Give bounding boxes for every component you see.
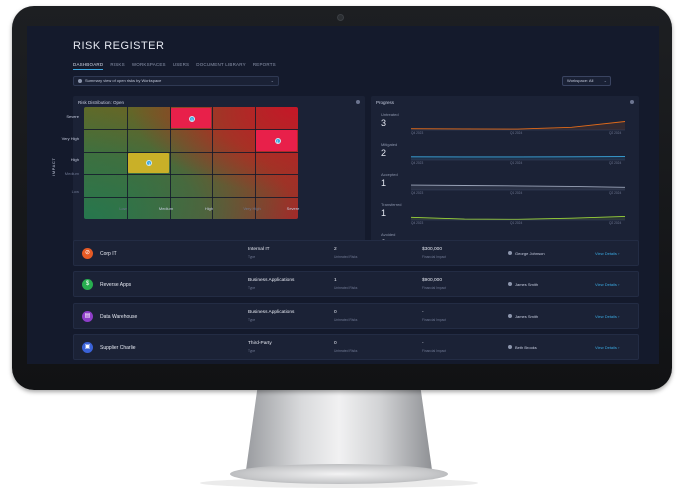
- workspace-row[interactable]: ⊘ Corp IT Internal IT Type 2 Untreated Risks $…: [73, 240, 639, 266]
- financial-impact-label: Financial Impact: [422, 349, 447, 353]
- financial-impact-label: Financial Impact: [422, 255, 447, 259]
- view-details-label: View Details: [595, 251, 617, 256]
- chevron-right-icon: ›: [618, 282, 620, 287]
- progress-label: Untreated: [381, 112, 399, 117]
- progress-quarter-tick: Q2 2024: [609, 221, 622, 225]
- chevron-right-icon: ›: [618, 251, 620, 256]
- workspace-owner: James Smith: [515, 282, 539, 287]
- workspace-type: Third-Party: [248, 341, 272, 346]
- workspace-owner: James Smith: [515, 314, 539, 319]
- view-details-label: View Details: [595, 345, 617, 350]
- workspace-row[interactable]: $ Reverse Apps Business Applications Type 1 U…: [73, 271, 639, 297]
- workspace-row[interactable]: ▤ Data Warehouse Business Applications Type…: [73, 303, 639, 329]
- progress-count: 2: [381, 148, 387, 158]
- webcam-icon: [337, 14, 344, 21]
- financial-impact-label: Financial Impact: [422, 318, 447, 322]
- financial-impact-value: -: [422, 341, 424, 346]
- untreated-risks-label: Untreated Risks: [334, 286, 358, 290]
- workspace-icon: ⊘: [82, 248, 93, 259]
- workspace-type: Business Applications: [248, 310, 295, 315]
- untreated-risks-count: 1: [334, 278, 337, 283]
- progress-label: Mitigated: [381, 142, 398, 147]
- view-details-link[interactable]: View Details ›: [595, 345, 619, 350]
- progress-quarter-tick: Q1 2024: [510, 161, 523, 165]
- financial-impact-value: -: [422, 310, 424, 315]
- workspace-type-label: Type: [248, 286, 256, 290]
- view-details-link[interactable]: View Details ›: [595, 282, 619, 287]
- progress-label: Transferred: [381, 202, 402, 207]
- untreated-risks-count: 0: [334, 341, 337, 346]
- workspace-type-label: Type: [248, 255, 256, 259]
- user-icon: [508, 251, 512, 255]
- progress-quarter-tick: Q4 2023: [411, 221, 424, 225]
- chevron-right-icon: ›: [618, 314, 620, 319]
- financial-impact-value: $300,000: [422, 247, 443, 252]
- workspace-type-label: Type: [248, 349, 256, 353]
- progress-quarter-tick: Q2 2024: [609, 191, 622, 195]
- progress-quarter-tick: Q1 2024: [510, 131, 523, 135]
- view-details-label: View Details: [595, 282, 617, 287]
- progress-quarter-tick: Q1 2024: [510, 221, 523, 225]
- progress-quarter-tick: Q2 2024: [609, 161, 622, 165]
- workspace-type: Business Applications: [248, 278, 295, 283]
- chevron-right-icon: ›: [618, 345, 620, 350]
- progress-label: Accepted: [381, 172, 398, 177]
- view-details-link[interactable]: View Details ›: [595, 314, 619, 319]
- view-details-label: View Details: [595, 314, 617, 319]
- untreated-risks-label: Untreated Risks: [334, 255, 358, 259]
- workspace-name: Reverse Apps: [100, 282, 132, 288]
- workspace-type: Internal IT: [248, 247, 270, 252]
- progress-quarter-tick: Q2 2024: [609, 131, 622, 135]
- monitor-stand-base: [230, 464, 448, 484]
- monitor-stand-neck: [246, 390, 432, 470]
- financial-impact-label: Financial Impact: [422, 286, 447, 290]
- monitor-scene: RISK REGISTER DASHBOARD RISKS WORKSPACES…: [0, 0, 678, 498]
- workspace-owner: George Johnson: [515, 251, 545, 256]
- workspace-name: Data Warehouse: [100, 314, 138, 320]
- user-icon: [508, 282, 512, 286]
- progress-quarter-tick: Q1 2024: [510, 191, 523, 195]
- workspace-owner: Beth Brooks: [515, 345, 537, 350]
- workspace-icon: $: [82, 279, 93, 290]
- untreated-risks-label: Untreated Risks: [334, 318, 358, 322]
- progress-count: 3: [381, 118, 387, 128]
- untreated-risks-count: 0: [334, 310, 337, 315]
- progress-quarter-tick: Q4 2023: [411, 191, 424, 195]
- progress-quarter-tick: Q4 2023: [411, 131, 424, 135]
- untreated-risks-count: 2: [334, 247, 337, 252]
- workspace-name: Supplier Charlie: [100, 345, 136, 351]
- user-icon: [508, 314, 512, 318]
- user-icon: [508, 345, 512, 349]
- view-details-link[interactable]: View Details ›: [595, 251, 619, 256]
- progress-quarter-tick: Q4 2023: [411, 161, 424, 165]
- workspace-name: Corp IT: [100, 251, 117, 257]
- workspace-icon: ▣: [82, 342, 93, 353]
- app-screen: RISK REGISTER DASHBOARD RISKS WORKSPACES…: [27, 26, 659, 364]
- financial-impact-value: $900,000: [422, 278, 443, 283]
- workspace-icon: ▤: [82, 311, 93, 322]
- progress-count: 1: [381, 208, 387, 218]
- untreated-risks-label: Untreated Risks: [334, 349, 358, 353]
- workspace-row[interactable]: ▣ Supplier Charlie Third-Party Type 0 Untreat…: [73, 334, 639, 360]
- progress-count: 1: [381, 178, 387, 188]
- progress-label: Avoided: [381, 232, 396, 237]
- workspace-type-label: Type: [248, 318, 256, 322]
